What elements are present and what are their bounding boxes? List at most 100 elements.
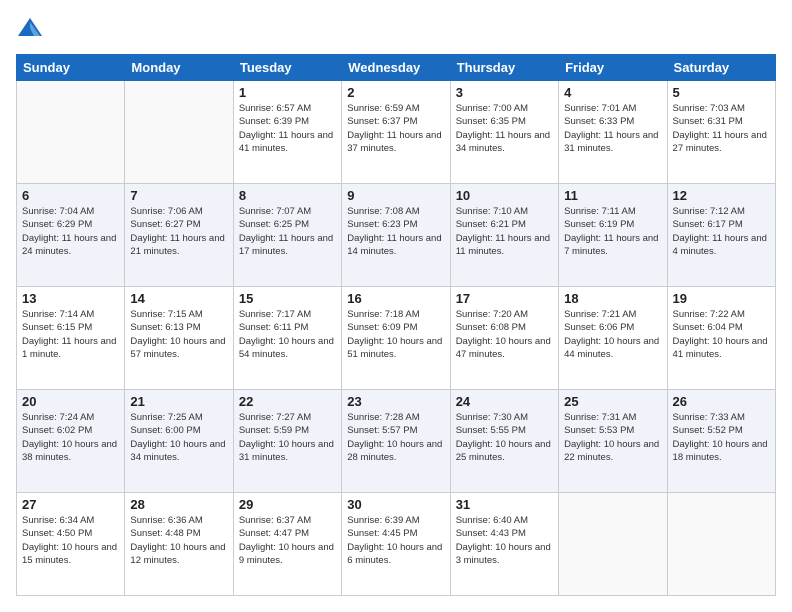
day-number: 16 (347, 291, 444, 306)
day-number: 15 (239, 291, 336, 306)
day-info: Sunrise: 7:14 AM Sunset: 6:15 PM Dayligh… (22, 308, 119, 361)
day-number: 28 (130, 497, 227, 512)
calendar-cell: 24 Sunrise: 7:30 AM Sunset: 5:55 PM Dayli… (450, 390, 558, 493)
day-number: 5 (673, 85, 770, 100)
day-info: Sunrise: 7:30 AM Sunset: 5:55 PM Dayligh… (456, 411, 553, 464)
calendar-week-row: 1 Sunrise: 6:57 AM Sunset: 6:39 PM Daylig… (17, 81, 776, 184)
calendar-week-row: 27Sunrise: 6:34 AM Sunset: 4:50 PM Dayli… (17, 493, 776, 596)
calendar-cell: 9 Sunrise: 7:08 AM Sunset: 6:23 PM Daylig… (342, 184, 450, 287)
day-number: 6 (22, 188, 119, 203)
calendar-cell: 13 Sunrise: 7:14 AM Sunset: 6:15 PM Dayli… (17, 287, 125, 390)
day-number: 7 (130, 188, 227, 203)
day-info: Sunrise: 7:22 AM Sunset: 6:04 PM Dayligh… (673, 308, 770, 361)
calendar-cell: 31 Sunrise: 6:40 AM Sunset: 4:43 PM Dayli… (450, 493, 558, 596)
day-number: 23 (347, 394, 444, 409)
weekday-header-friday: Friday (559, 55, 667, 81)
day-info: Sunrise: 6:37 AM Sunset: 4:47 PM Dayligh… (239, 514, 336, 567)
weekday-header-monday: Monday (125, 55, 233, 81)
day-number: 19 (673, 291, 770, 306)
logo-icon (16, 16, 44, 44)
day-number: 9 (347, 188, 444, 203)
day-info: Sunrise: 7:10 AM Sunset: 6:21 PM Dayligh… (456, 205, 553, 258)
day-info: Sunrise: 7:28 AM Sunset: 5:57 PM Dayligh… (347, 411, 444, 464)
day-info: Sunrise: 7:04 AM Sunset: 6:29 PM Dayligh… (22, 205, 119, 258)
day-info: Sunrise: 6:34 AM Sunset: 4:50 PM Dayligh… (22, 514, 119, 567)
day-info: Sunrise: 6:39 AM Sunset: 4:45 PM Dayligh… (347, 514, 444, 567)
day-number: 21 (130, 394, 227, 409)
calendar-cell: 5 Sunrise: 7:03 AM Sunset: 6:31 PM Daylig… (667, 81, 775, 184)
day-number: 29 (239, 497, 336, 512)
day-info: Sunrise: 7:07 AM Sunset: 6:25 PM Dayligh… (239, 205, 336, 258)
calendar-cell: 23 Sunrise: 7:28 AM Sunset: 5:57 PM Dayli… (342, 390, 450, 493)
day-number: 1 (239, 85, 336, 100)
calendar-cell: 26 Sunrise: 7:33 AM Sunset: 5:52 PM Dayli… (667, 390, 775, 493)
calendar-cell: 27Sunrise: 6:34 AM Sunset: 4:50 PM Dayli… (17, 493, 125, 596)
weekday-header-sunday: Sunday (17, 55, 125, 81)
calendar-cell: 19 Sunrise: 7:22 AM Sunset: 6:04 PM Dayli… (667, 287, 775, 390)
weekday-header-wednesday: Wednesday (342, 55, 450, 81)
calendar-cell (559, 493, 667, 596)
calendar-cell: 20Sunrise: 7:24 AM Sunset: 6:02 PM Dayli… (17, 390, 125, 493)
day-number: 31 (456, 497, 553, 512)
weekday-header-thursday: Thursday (450, 55, 558, 81)
day-number: 12 (673, 188, 770, 203)
day-info: Sunrise: 7:06 AM Sunset: 6:27 PM Dayligh… (130, 205, 227, 258)
calendar-cell: 28 Sunrise: 6:36 AM Sunset: 4:48 PM Dayli… (125, 493, 233, 596)
day-info: Sunrise: 7:17 AM Sunset: 6:11 PM Dayligh… (239, 308, 336, 361)
page: SundayMondayTuesdayWednesdayThursdayFrid… (0, 0, 792, 612)
day-info: Sunrise: 7:11 AM Sunset: 6:19 PM Dayligh… (564, 205, 661, 258)
day-number: 20 (22, 394, 119, 409)
day-info: Sunrise: 7:18 AM Sunset: 6:09 PM Dayligh… (347, 308, 444, 361)
day-number: 8 (239, 188, 336, 203)
logo (16, 16, 48, 44)
day-info: Sunrise: 7:00 AM Sunset: 6:35 PM Dayligh… (456, 102, 553, 155)
day-info: Sunrise: 7:33 AM Sunset: 5:52 PM Dayligh… (673, 411, 770, 464)
calendar-cell (125, 81, 233, 184)
day-info: Sunrise: 7:08 AM Sunset: 6:23 PM Dayligh… (347, 205, 444, 258)
day-number: 10 (456, 188, 553, 203)
day-number: 3 (456, 85, 553, 100)
calendar-week-row: 6 Sunrise: 7:04 AM Sunset: 6:29 PM Daylig… (17, 184, 776, 287)
day-info: Sunrise: 7:31 AM Sunset: 5:53 PM Dayligh… (564, 411, 661, 464)
day-info: Sunrise: 7:20 AM Sunset: 6:08 PM Dayligh… (456, 308, 553, 361)
calendar-cell: 8 Sunrise: 7:07 AM Sunset: 6:25 PM Daylig… (233, 184, 341, 287)
calendar-cell: 12 Sunrise: 7:12 AM Sunset: 6:17 PM Dayli… (667, 184, 775, 287)
weekday-header-row: SundayMondayTuesdayWednesdayThursdayFrid… (17, 55, 776, 81)
day-info: Sunrise: 7:15 AM Sunset: 6:13 PM Dayligh… (130, 308, 227, 361)
weekday-header-saturday: Saturday (667, 55, 775, 81)
day-number: 4 (564, 85, 661, 100)
day-number: 17 (456, 291, 553, 306)
calendar-cell: 10 Sunrise: 7:10 AM Sunset: 6:21 PM Dayli… (450, 184, 558, 287)
day-info: Sunrise: 7:21 AM Sunset: 6:06 PM Dayligh… (564, 308, 661, 361)
day-info: Sunrise: 7:03 AM Sunset: 6:31 PM Dayligh… (673, 102, 770, 155)
day-info: Sunrise: 6:36 AM Sunset: 4:48 PM Dayligh… (130, 514, 227, 567)
day-info: Sunrise: 7:01 AM Sunset: 6:33 PM Dayligh… (564, 102, 661, 155)
day-number: 24 (456, 394, 553, 409)
day-info: Sunrise: 7:25 AM Sunset: 6:00 PM Dayligh… (130, 411, 227, 464)
calendar-cell: 6 Sunrise: 7:04 AM Sunset: 6:29 PM Daylig… (17, 184, 125, 287)
day-number: 26 (673, 394, 770, 409)
calendar-cell: 22Sunrise: 7:27 AM Sunset: 5:59 PM Dayli… (233, 390, 341, 493)
calendar-cell: 18 Sunrise: 7:21 AM Sunset: 6:06 PM Dayli… (559, 287, 667, 390)
day-info: Sunrise: 6:40 AM Sunset: 4:43 PM Dayligh… (456, 514, 553, 567)
calendar: SundayMondayTuesdayWednesdayThursdayFrid… (16, 54, 776, 596)
day-number: 14 (130, 291, 227, 306)
calendar-cell: 14 Sunrise: 7:15 AM Sunset: 6:13 PM Dayli… (125, 287, 233, 390)
day-number: 22 (239, 394, 336, 409)
day-number: 25 (564, 394, 661, 409)
day-info: Sunrise: 7:12 AM Sunset: 6:17 PM Dayligh… (673, 205, 770, 258)
day-number: 18 (564, 291, 661, 306)
calendar-cell: 21 Sunrise: 7:25 AM Sunset: 6:00 PM Dayli… (125, 390, 233, 493)
calendar-cell: 29 Sunrise: 6:37 AM Sunset: 4:47 PM Dayli… (233, 493, 341, 596)
day-info: Sunrise: 6:59 AM Sunset: 6:37 PM Dayligh… (347, 102, 444, 155)
day-number: 13 (22, 291, 119, 306)
header (16, 16, 776, 44)
calendar-cell: 30Sunrise: 6:39 AM Sunset: 4:45 PM Dayli… (342, 493, 450, 596)
day-info: Sunrise: 6:57 AM Sunset: 6:39 PM Dayligh… (239, 102, 336, 155)
calendar-cell: 4 Sunrise: 7:01 AM Sunset: 6:33 PM Daylig… (559, 81, 667, 184)
day-number: 11 (564, 188, 661, 203)
calendar-cell: 11 Sunrise: 7:11 AM Sunset: 6:19 PM Dayli… (559, 184, 667, 287)
calendar-cell: 3 Sunrise: 7:00 AM Sunset: 6:35 PM Daylig… (450, 81, 558, 184)
calendar-cell (667, 493, 775, 596)
calendar-cell: 25 Sunrise: 7:31 AM Sunset: 5:53 PM Dayli… (559, 390, 667, 493)
